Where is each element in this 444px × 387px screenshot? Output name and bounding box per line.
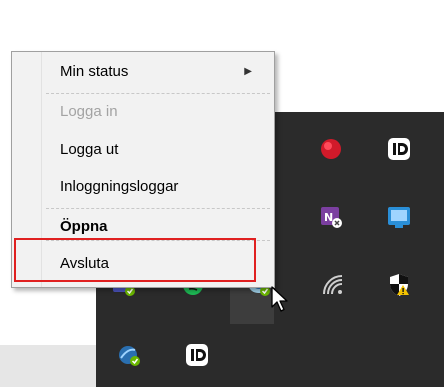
menu-separator — [46, 93, 270, 94]
menu-item-label: Öppna — [60, 218, 108, 235]
svg-text:N: N — [324, 211, 333, 224]
mouse-cursor-icon — [270, 285, 290, 318]
desktop-background — [0, 345, 96, 387]
menu-item-label: Inloggningsloggar — [60, 178, 179, 195]
menu-item-label: Logga ut — [60, 141, 119, 158]
id-app-icon[interactable] — [386, 136, 412, 162]
avsluta-highlight-box — [14, 238, 256, 282]
security-warning-icon[interactable] — [386, 272, 412, 298]
onedrive-icon[interactable] — [116, 342, 142, 368]
menu-item-min-status[interactable]: Min status ▶ — [12, 58, 274, 86]
menu-item-inloggningsloggar[interactable]: Inloggningsloggar — [12, 173, 274, 201]
wifi-icon[interactable] — [320, 272, 346, 298]
red-circle-app-icon[interactable] — [318, 136, 344, 162]
network-drive-icon[interactable] — [386, 204, 412, 230]
onenote-sync-icon[interactable]: N — [318, 204, 344, 230]
menu-item-logga-in: Logga in — [12, 98, 274, 126]
id-app-icon-2[interactable] — [184, 342, 210, 368]
menu-item-oppna[interactable]: Öppna — [12, 213, 274, 241]
submenu-arrow-icon: ▶ — [244, 66, 252, 77]
menu-separator — [46, 208, 270, 209]
menu-item-label: Logga in — [60, 103, 118, 120]
menu-item-label: Min status — [60, 63, 129, 80]
menu-item-logga-ut[interactable]: Logga ut — [12, 136, 274, 164]
